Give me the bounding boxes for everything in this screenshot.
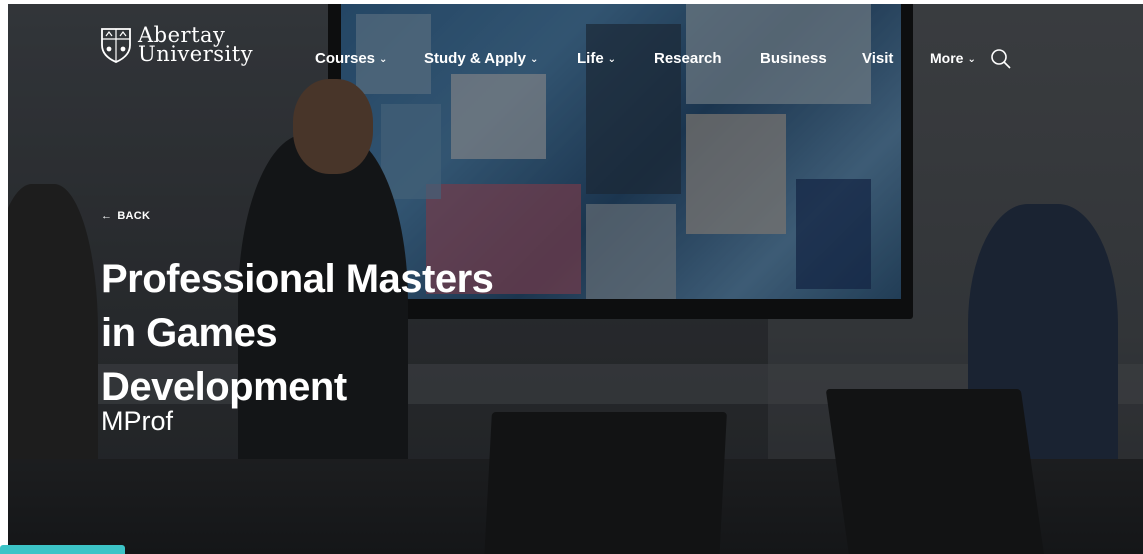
- logo-wordmark: Abertay University: [138, 25, 254, 66]
- chevron-down-icon: ⌄: [379, 54, 388, 65]
- page-subtitle: MProf: [101, 406, 174, 436]
- chevron-down-icon: ⌄: [607, 54, 617, 65]
- nav-item-study-apply[interactable]: Study & Apply ⌄: [424, 50, 538, 67]
- nav-item-label: Research: [654, 50, 722, 67]
- chevron-down-icon: ⌄: [967, 53, 976, 65]
- back-link[interactable]: ← BACK: [101, 210, 150, 222]
- nav-item-label: Life: [577, 50, 604, 67]
- chevron-down-icon: ⌄: [529, 54, 539, 65]
- nav-item-label: Visit: [862, 50, 894, 67]
- nav-item-courses[interactable]: Courses ⌄: [315, 50, 387, 67]
- page-title: Professional Masters in Games Developmen…: [101, 252, 621, 414]
- nav-item-business[interactable]: Business: [760, 50, 827, 67]
- accent-tab[interactable]: [0, 545, 125, 554]
- nav-item-more[interactable]: More ⌄: [930, 50, 976, 66]
- nav-item-label: More: [930, 50, 964, 66]
- page-title-line: in Games: [101, 311, 278, 355]
- logo-line-2: University: [138, 42, 254, 66]
- nav-item-label: Courses: [315, 50, 376, 67]
- nav-item-life[interactable]: Life ⌄: [577, 50, 616, 67]
- abertay-logo-link[interactable]: Abertay University: [100, 25, 254, 66]
- crest-icon: [101, 28, 131, 63]
- page-title-line: Development: [101, 365, 347, 409]
- nav-item-research[interactable]: Research: [654, 50, 722, 67]
- back-label: BACK: [117, 210, 151, 222]
- nav-item-label: Study & Apply: [424, 50, 526, 67]
- nav-item-visit[interactable]: Visit: [862, 50, 893, 67]
- search-icon[interactable]: [990, 48, 1012, 70]
- page-title-line: Professional Masters: [101, 257, 494, 301]
- nav-item-label: Business: [760, 50, 827, 67]
- arrow-left-icon: ←: [101, 210, 113, 222]
